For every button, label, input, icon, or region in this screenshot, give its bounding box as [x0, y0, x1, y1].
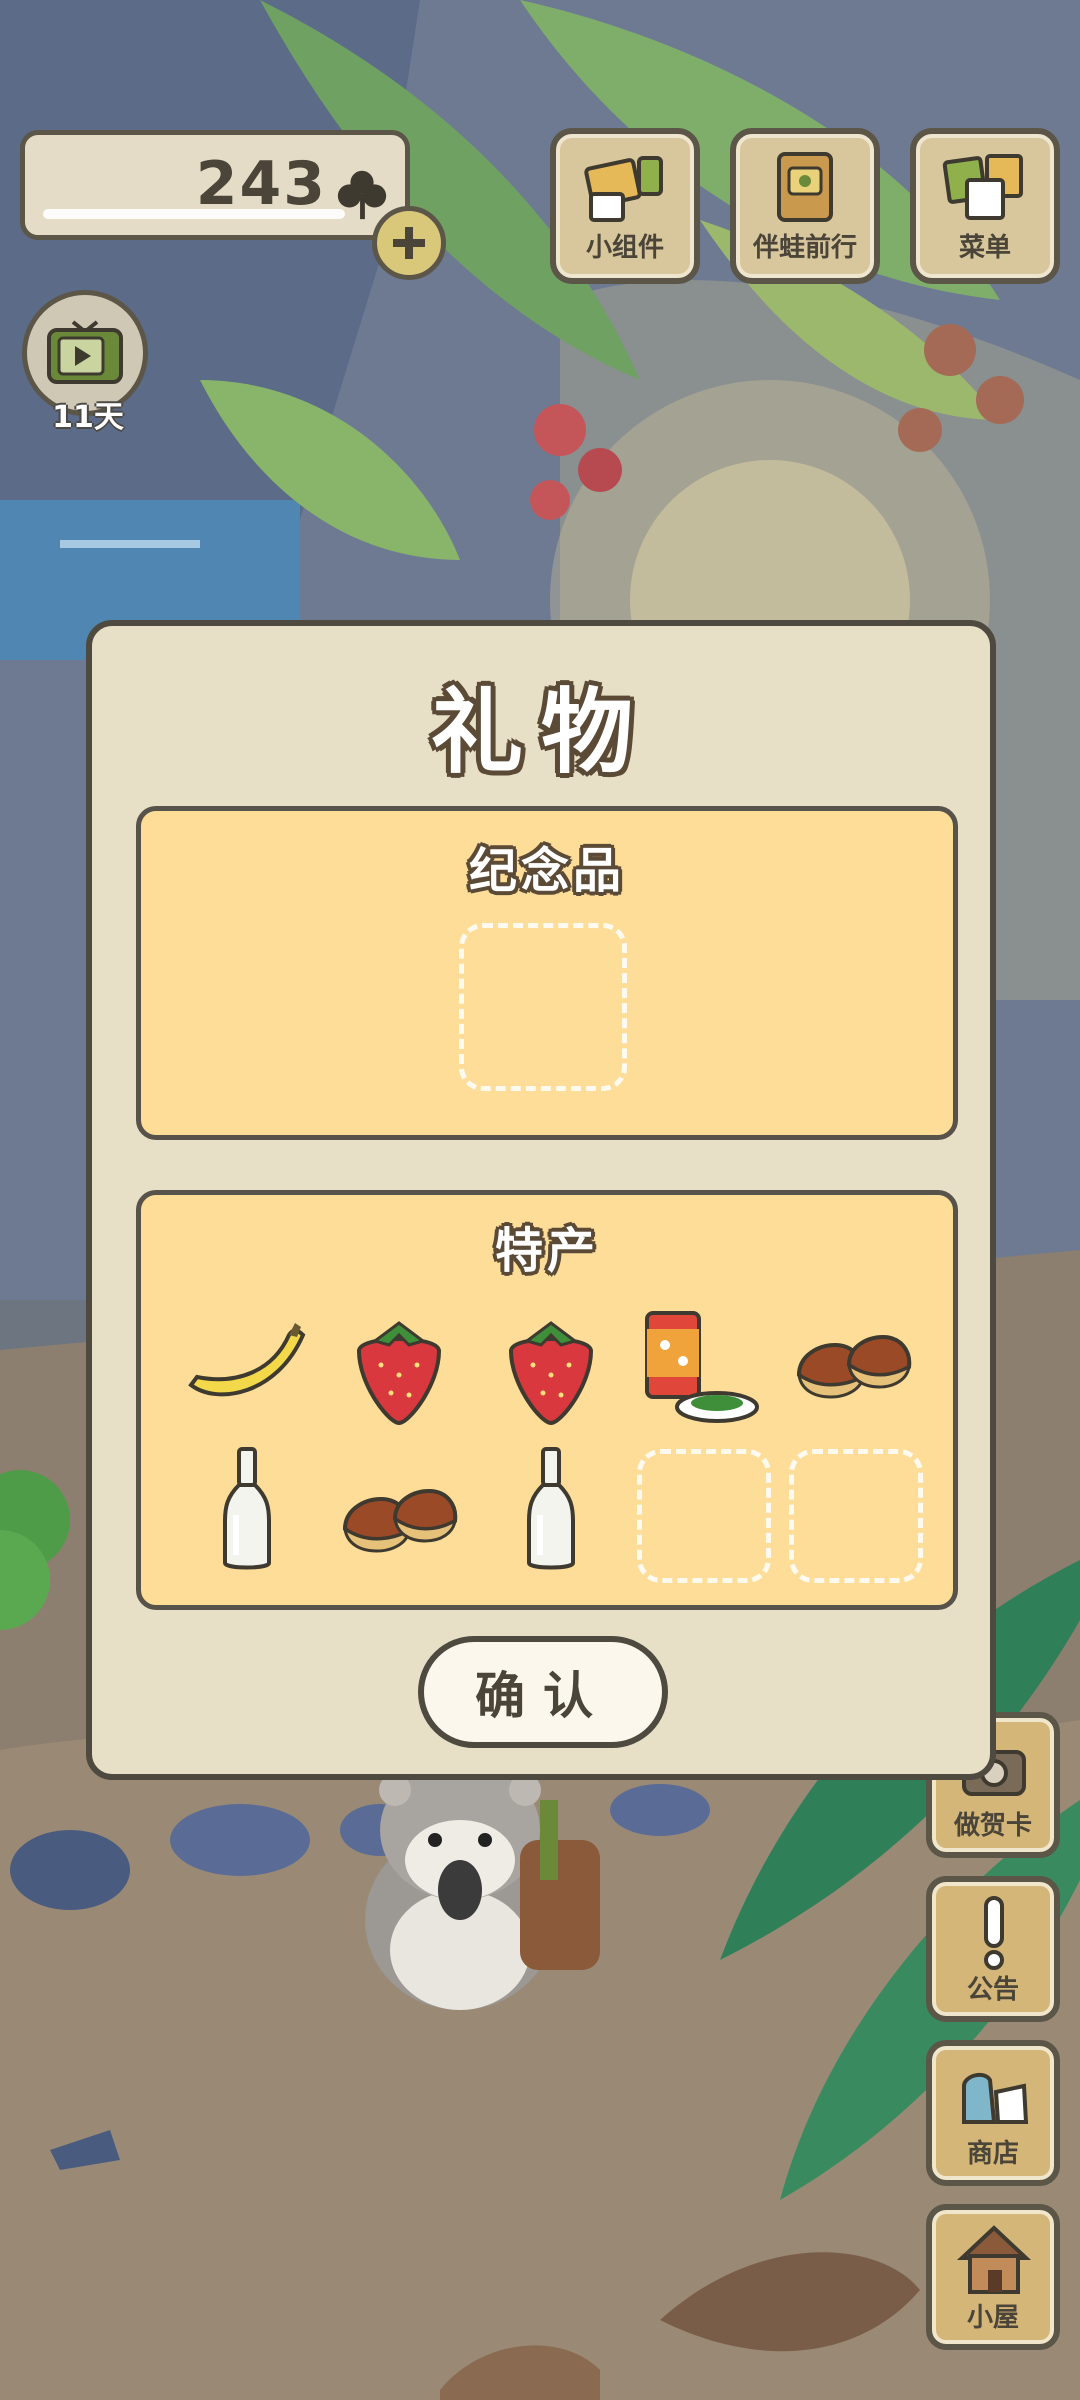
widget-icon — [584, 156, 663, 222]
strawberry-icon — [508, 1321, 594, 1426]
gift-dialog: 礼物 纪念品 特产 确认 — [86, 620, 996, 1780]
chestnut-item[interactable] — [329, 1445, 469, 1575]
tea-tin-item[interactable] — [631, 1303, 771, 1433]
house-button[interactable]: 小屋 — [926, 2204, 1060, 2350]
specialty-slot-empty — [789, 1449, 923, 1583]
banana-icon — [188, 1323, 306, 1397]
house-icon — [956, 2225, 1032, 2294]
specialty-slot-empty — [637, 1449, 771, 1583]
chestnut-icon — [796, 1334, 912, 1399]
exclamation-icon — [984, 1896, 1004, 1970]
shop-button[interactable]: 商店 — [926, 2040, 1060, 2186]
clover-counter: 243 — [20, 130, 410, 240]
menu-cards-icon — [942, 154, 1023, 220]
menu-label: 菜单 — [958, 233, 1011, 263]
add-clover-button[interactable] — [372, 206, 446, 280]
glass-bottle-item[interactable] — [481, 1445, 621, 1575]
plus-icon — [393, 227, 425, 259]
glass-bottle-icon — [223, 1447, 271, 1570]
strawberry-item[interactable] — [329, 1305, 469, 1435]
dialog-title: 礼物 — [430, 679, 651, 786]
specialty-panel: 特产 — [136, 1190, 958, 1610]
widgets-button[interactable]: 小组件 — [550, 128, 700, 284]
notice-label: 公告 — [966, 1975, 1019, 2005]
tea-tin-icon — [645, 1311, 759, 1423]
banana-item[interactable] — [177, 1305, 317, 1435]
souvenir-slot-empty — [459, 923, 627, 1091]
confirm-button[interactable]: 确认 — [418, 1636, 668, 1748]
strawberry-item[interactable] — [481, 1305, 621, 1435]
travel-label: 伴蛙前行 — [752, 233, 857, 263]
strawberry-icon — [356, 1321, 442, 1426]
notice-button[interactable]: 公告 — [926, 1876, 1060, 2022]
travel-book-icon — [777, 152, 833, 222]
clover-bar — [43, 209, 345, 219]
shop-bag-icon — [962, 2072, 1029, 2124]
glass-bottle-icon — [527, 1447, 575, 1570]
travel-button[interactable]: 伴蛙前行 — [730, 128, 880, 284]
souvenir-title: 纪念品 — [468, 843, 625, 899]
chestnut-item[interactable] — [783, 1305, 923, 1435]
make-card-label: 做贺卡 — [953, 1811, 1032, 1841]
tv-days-label: 11天 — [52, 400, 124, 435]
shop-label: 商店 — [966, 2139, 1019, 2169]
widgets-label: 小组件 — [585, 233, 664, 263]
specialty-title: 特产 — [494, 1223, 599, 1279]
house-label: 小屋 — [966, 2303, 1019, 2333]
chestnut-icon — [342, 1488, 458, 1553]
tv-icon — [47, 320, 123, 384]
menu-button[interactable]: 菜单 — [910, 128, 1060, 284]
glass-bottle-item[interactable] — [177, 1445, 317, 1575]
souvenir-panel: 纪念品 — [136, 806, 958, 1140]
